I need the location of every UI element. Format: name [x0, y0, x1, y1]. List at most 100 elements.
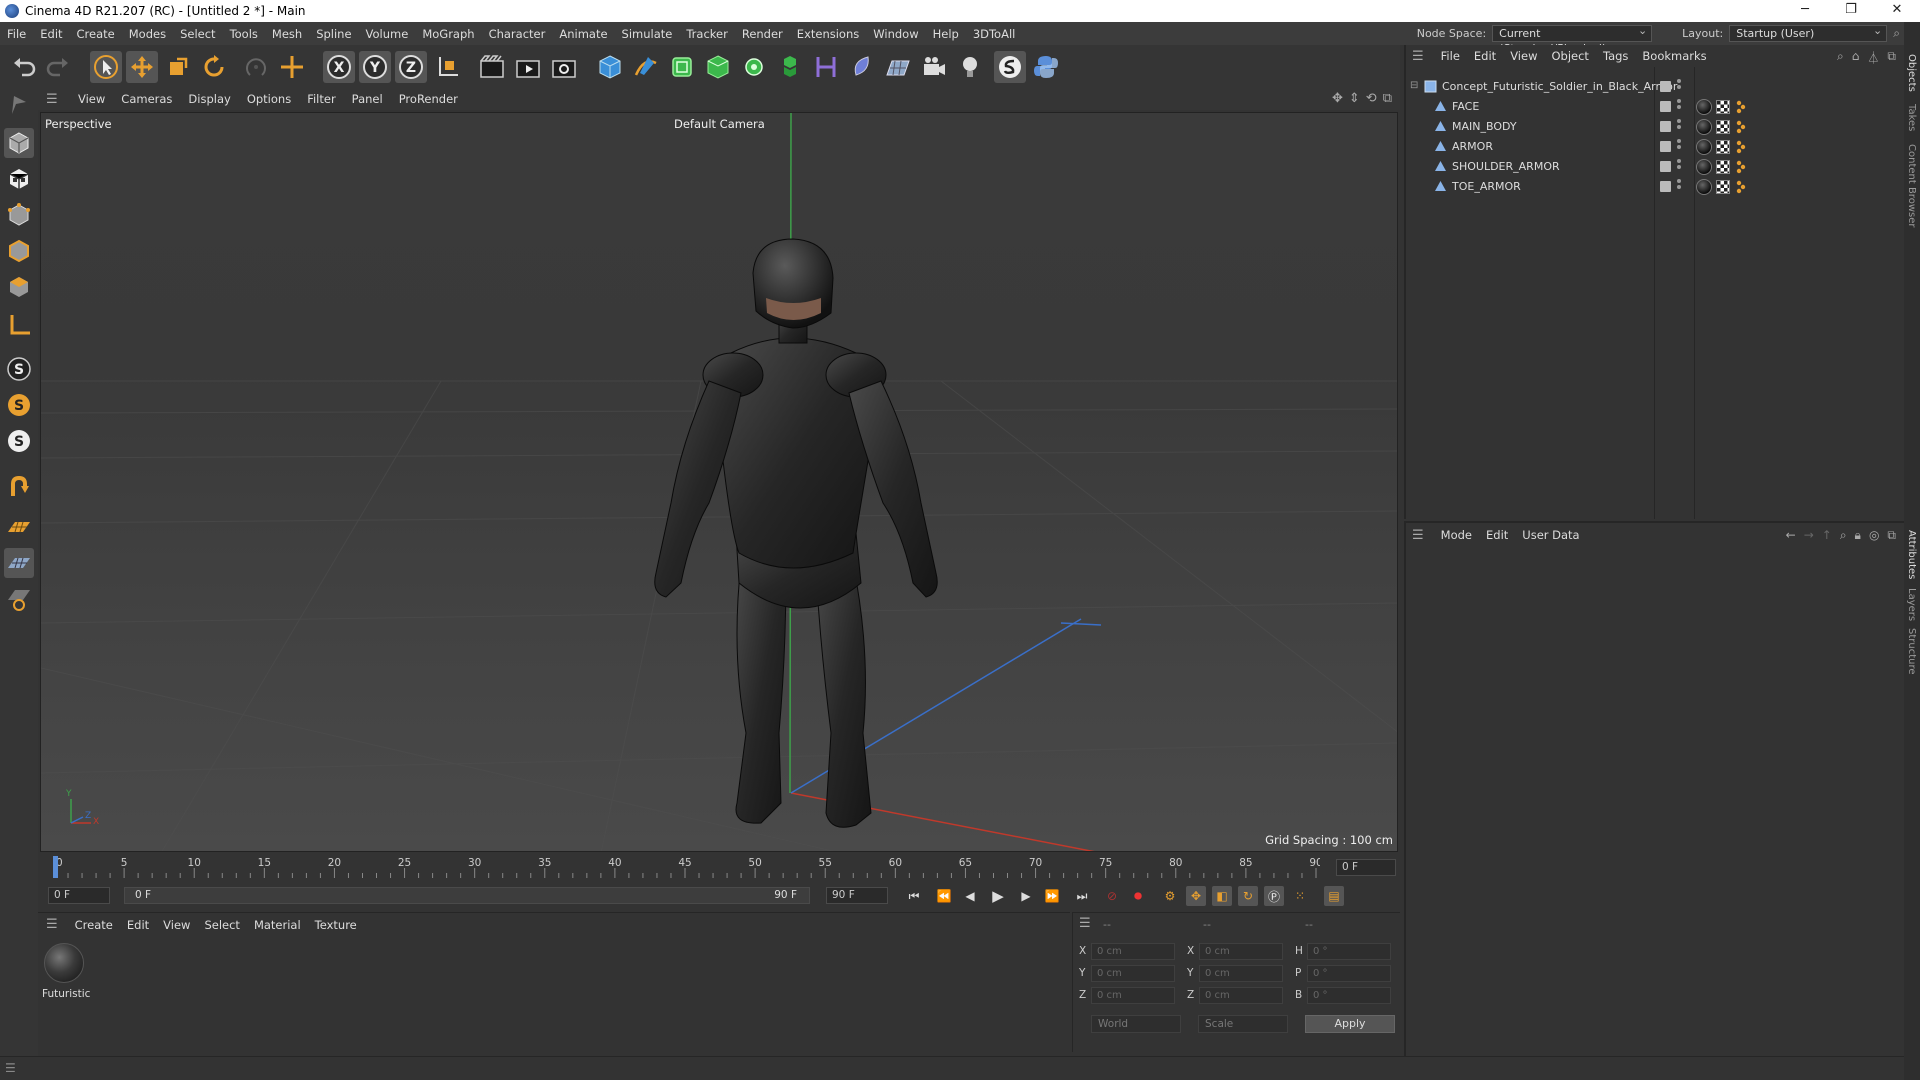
visibility-dots[interactable]	[1677, 79, 1681, 93]
size-z-field[interactable]: 0 cm	[1199, 987, 1283, 1004]
menu-help[interactable]: Help	[926, 27, 966, 41]
edit-visibility-toggle[interactable]	[1660, 121, 1671, 132]
previous-frame-icon[interactable]: ◀	[960, 886, 980, 906]
menu-edit[interactable]: Edit	[33, 27, 69, 41]
coordinate-mode-dropdown[interactable]: World	[1091, 1015, 1181, 1033]
scale-key-icon[interactable]: ◧	[1212, 886, 1232, 906]
menu-volume[interactable]: Volume	[359, 27, 416, 41]
menu-window[interactable]: Window	[866, 27, 925, 41]
menu-extensions[interactable]: Extensions	[790, 27, 866, 41]
range-slider[interactable]: 0 F 90 F	[124, 887, 810, 904]
uvw-tag-icon[interactable]	[1716, 120, 1730, 134]
lock-icon[interactable]: 🔒︎	[1855, 528, 1861, 543]
point-level-animation-icon[interactable]: ⁙	[1290, 886, 1310, 906]
keyframe-selection-icon[interactable]: ⚙	[1160, 886, 1180, 906]
edit-visibility-toggle[interactable]	[1660, 81, 1671, 92]
visibility-dots[interactable]	[1677, 119, 1681, 133]
up-arrow-icon[interactable]: ↑	[1822, 528, 1832, 543]
viewport-menu-panel[interactable]: Panel	[344, 92, 391, 106]
uvw-tag-icon[interactable]	[1716, 100, 1730, 114]
position-z-field[interactable]: 0 cm	[1091, 987, 1175, 1004]
tab-takes[interactable]: Takes	[1906, 104, 1917, 131]
menu-render[interactable]: Render	[735, 27, 790, 41]
status-menu-icon[interactable]: ☰	[5, 1061, 16, 1075]
viewport-menu-options[interactable]: Options	[239, 92, 299, 106]
object-menu-view[interactable]: View	[1503, 49, 1544, 63]
model-mode-icon[interactable]	[4, 128, 34, 158]
size-x-field[interactable]: 0 cm	[1199, 943, 1283, 960]
filter-icon[interactable]: ⏃	[1867, 49, 1879, 66]
collapse-icon[interactable]: ⊟	[1410, 80, 1423, 93]
rotation-key-icon[interactable]: ↻	[1238, 886, 1258, 906]
node-space-dropdown[interactable]: Current (Standard/Physical)	[1492, 23, 1653, 55]
viewport-menu-prorender[interactable]: ProRender	[391, 92, 466, 106]
floor-icon[interactable]	[882, 51, 914, 83]
menu-animate[interactable]: Animate	[552, 27, 614, 41]
search-icon[interactable]: ⌕	[1893, 26, 1900, 41]
python-icon[interactable]	[1030, 51, 1062, 83]
object-row-shoulder-armor[interactable]: SHOULDER_ARMOR	[1406, 157, 1898, 177]
edit-visibility-toggle[interactable]	[1660, 141, 1671, 152]
material-menu-texture[interactable]: Texture	[308, 918, 364, 932]
previous-key-icon[interactable]: ⏪	[934, 886, 954, 906]
visibility-dots[interactable]	[1677, 139, 1681, 153]
uvw-tag-icon[interactable]	[1716, 160, 1730, 174]
target-icon[interactable]: ◎	[1869, 528, 1879, 543]
tab-structure[interactable]: Structure	[1906, 628, 1917, 675]
material-menu-icon[interactable]: ☰	[46, 917, 58, 932]
render-view-icon[interactable]	[512, 51, 544, 83]
position-y-field[interactable]: 0 cm	[1091, 965, 1175, 982]
cube-primitive-icon[interactable]	[594, 51, 626, 83]
close-button[interactable]: ✕	[1874, 0, 1920, 22]
timeline-window-icon[interactable]: ▤	[1324, 886, 1344, 906]
render-region-icon[interactable]	[476, 51, 508, 83]
uvw-tag-icon[interactable]	[1716, 140, 1730, 154]
z-axis-lock-icon[interactable]: Z	[395, 51, 427, 83]
viewport-perspective[interactable]: Perspective Default Camera Grid Spacing …	[40, 112, 1398, 852]
object-row-toe-armor[interactable]: TOE_ARMOR	[1406, 177, 1898, 197]
minimize-button[interactable]: ─	[1782, 0, 1828, 22]
attribute-menu-edit[interactable]: Edit	[1479, 528, 1515, 542]
deformer-icon[interactable]	[810, 51, 842, 83]
menu-character[interactable]: Character	[482, 27, 553, 41]
home-icon[interactable]: ⌂	[1852, 49, 1860, 66]
sketch-toon-icon[interactable]	[994, 51, 1026, 83]
material-tag-icon[interactable]	[1696, 159, 1712, 175]
move-tool-icon[interactable]	[126, 51, 158, 83]
tab-content-browser[interactable]: Content Browser	[1906, 144, 1917, 227]
field-icon[interactable]	[846, 51, 878, 83]
coord-menu-icon[interactable]: ☰	[1079, 916, 1091, 931]
material-menu-edit[interactable]: Edit	[120, 918, 156, 932]
menu-3dtoall[interactable]: 3DToAll	[966, 27, 1023, 41]
search-icon[interactable]: ⌕	[1840, 528, 1847, 543]
object-menu-tags[interactable]: Tags	[1596, 49, 1635, 63]
axis-mode-icon[interactable]	[4, 310, 34, 340]
go-to-start-icon[interactable]: ⏮	[904, 886, 924, 906]
attribute-menu-mode[interactable]: Mode	[1434, 528, 1479, 542]
live-selection-icon[interactable]	[90, 51, 122, 83]
scale-tool-icon[interactable]	[162, 51, 194, 83]
rotate-tool-icon[interactable]	[198, 51, 230, 83]
material-tag-icon[interactable]	[1696, 99, 1712, 115]
texture-mode-icon[interactable]	[4, 164, 34, 194]
world-axis-icon[interactable]	[276, 51, 308, 83]
autokeying-icon[interactable]: ⏺	[1128, 886, 1148, 906]
object-menu-file[interactable]: File	[1434, 49, 1467, 63]
search-icon[interactable]: ⌕	[1837, 49, 1844, 66]
forward-arrow-icon[interactable]: →	[1804, 528, 1814, 543]
subdivision-surface-icon[interactable]	[666, 51, 698, 83]
record-keys-icon[interactable]: ⊘	[1102, 886, 1122, 906]
edit-visibility-toggle[interactable]	[1660, 161, 1671, 172]
selection-tag-icon[interactable]	[1736, 160, 1746, 174]
attribute-menu-icon[interactable]: ☰	[1412, 528, 1424, 543]
object-menu-bookmarks[interactable]: Bookmarks	[1635, 49, 1713, 63]
menu-file[interactable]: File	[0, 27, 33, 41]
layout-dropdown[interactable]: Startup (User)	[1729, 23, 1888, 42]
workplane-snap-icon[interactable]: S	[4, 390, 34, 420]
menu-create[interactable]: Create	[70, 27, 122, 41]
pen-spline-icon[interactable]	[630, 51, 662, 83]
tab-objects[interactable]: Objects	[1906, 54, 1917, 92]
object-row-face[interactable]: FACE	[1406, 97, 1898, 117]
selection-tag-icon[interactable]	[1736, 120, 1746, 134]
menu-modes[interactable]: Modes	[122, 27, 173, 41]
